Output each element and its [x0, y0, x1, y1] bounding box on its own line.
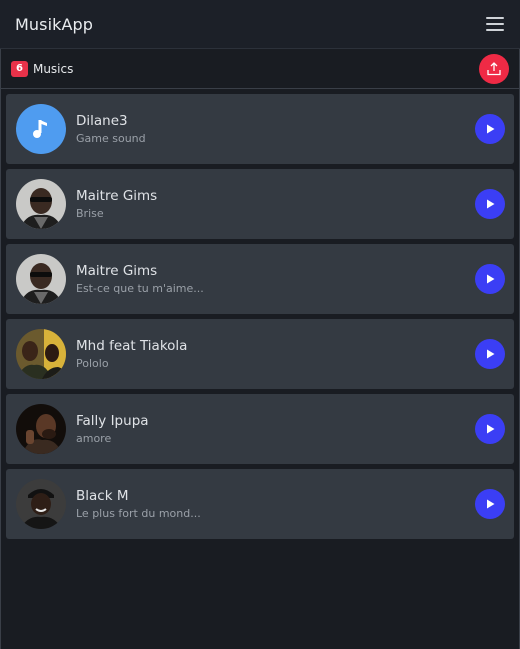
list-header: 6 Musics	[1, 49, 519, 89]
track-avatar	[16, 404, 66, 454]
play-icon	[487, 199, 495, 209]
artist-photo	[16, 479, 66, 529]
artist-photo	[16, 404, 66, 454]
play-icon	[487, 349, 495, 359]
track-avatar	[16, 254, 66, 304]
play-icon	[487, 424, 495, 434]
track-title: Brise	[76, 206, 104, 220]
count-label: Musics	[32, 61, 74, 76]
track-artist: Maitre Gims	[76, 262, 158, 279]
track-artist: Mhd feat Tiakola	[76, 337, 188, 354]
play-icon	[487, 274, 495, 284]
music-note-icon	[33, 120, 47, 138]
track-meta: Fally Ipupa amore	[76, 412, 475, 447]
track-item[interactable]: Fally Ipupa amore	[6, 394, 514, 464]
play-button[interactable]	[475, 189, 505, 219]
track-meta: Maitre Gims Est-ce que tu m'aime...	[76, 262, 475, 297]
artist-photo	[16, 329, 66, 379]
hamburger-icon[interactable]	[486, 17, 504, 31]
artist-photo	[16, 254, 66, 304]
track-artist: Maitre Gims	[76, 187, 158, 204]
artist-photo	[16, 179, 66, 229]
music-panel: 6 Musics Dilane3 Game sound Maitre Gims …	[0, 49, 520, 649]
play-icon	[487, 499, 495, 509]
track-title: Game sound	[76, 131, 146, 145]
upload-icon	[487, 61, 501, 75]
music-count: 6 Musics	[11, 60, 74, 77]
track-item[interactable]: Maitre Gims Est-ce que tu m'aime...	[6, 244, 514, 314]
track-avatar	[16, 179, 66, 229]
track-avatar	[16, 104, 66, 154]
track-title: amore	[76, 431, 112, 445]
track-meta: Maitre Gims Brise	[76, 187, 475, 222]
play-button[interactable]	[475, 339, 505, 369]
track-artist: Fally Ipupa	[76, 412, 149, 429]
play-button[interactable]	[475, 414, 505, 444]
track-title: Pololo	[76, 356, 109, 370]
track-title: Est-ce que tu m'aime...	[76, 281, 204, 295]
app-brand[interactable]: MusikApp	[15, 15, 93, 34]
track-item[interactable]: Dilane3 Game sound	[6, 94, 514, 164]
track-avatar	[16, 479, 66, 529]
track-meta: Mhd feat Tiakola Pololo	[76, 337, 475, 372]
track-artist: Black M	[76, 487, 129, 504]
track-list: Dilane3 Game sound Maitre Gims Brise Mai…	[1, 89, 519, 539]
track-meta: Dilane3 Game sound	[76, 112, 475, 147]
track-title: Le plus fort du mond...	[76, 506, 201, 520]
upload-button[interactable]	[479, 53, 509, 84]
play-icon	[487, 124, 495, 134]
track-meta: Black M Le plus fort du mond...	[76, 487, 475, 522]
count-badge: 6	[11, 60, 28, 77]
track-item[interactable]: Mhd feat Tiakola Pololo	[6, 319, 514, 389]
track-artist: Dilane3	[76, 112, 128, 129]
track-item[interactable]: Maitre Gims Brise	[6, 169, 514, 239]
navbar: MusikApp	[0, 0, 520, 49]
play-button[interactable]	[475, 489, 505, 519]
track-avatar	[16, 329, 66, 379]
track-item[interactable]: Black M Le plus fort du mond...	[6, 469, 514, 539]
play-button[interactable]	[475, 114, 505, 144]
play-button[interactable]	[475, 264, 505, 294]
